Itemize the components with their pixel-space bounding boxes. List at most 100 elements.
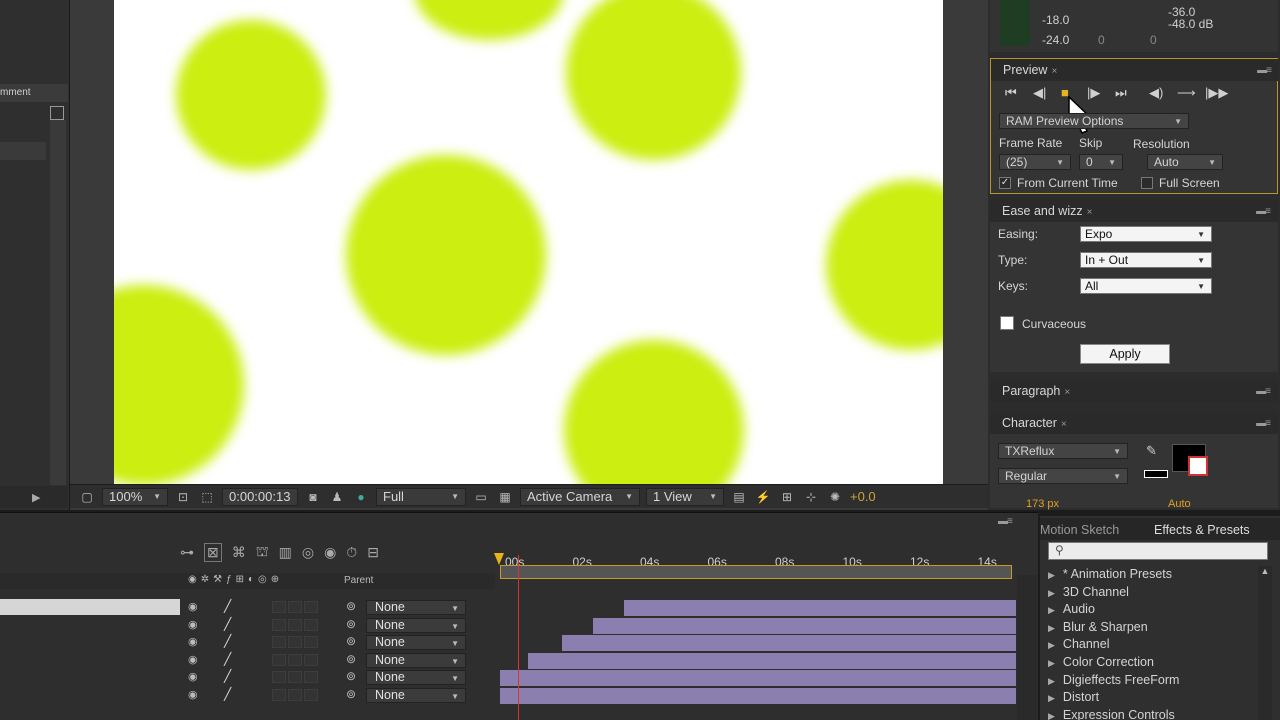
effects-category-item[interactable]: ▶ Distort [1048,690,1099,704]
zoom-dropdown[interactable]: 100% [102,487,168,506]
pick-whip-icon[interactable]: ⊚ [346,599,356,613]
previous-frame-icon[interactable]: ◀| [1033,85,1046,101]
stroke-color-swatch[interactable] [1188,456,1208,476]
pick-whip-icon[interactable]: ⊚ [346,634,356,648]
timeline-icon[interactable]: ⊞ [778,489,796,505]
exposure-icon[interactable]: ✺ [826,489,844,505]
project-selected-row[interactable] [0,142,46,160]
tab-character[interactable]: Character × [1002,416,1067,430]
parent-dropdown[interactable]: None [366,687,466,703]
leading-field[interactable]: Auto [1168,498,1191,510]
effects-category-item[interactable]: ▶ Expression Controls [1048,708,1175,720]
project-scrollbar[interactable] [50,120,66,485]
effects-category-item[interactable]: ▶ Audio [1048,602,1095,616]
effects-category-item[interactable]: ▶ Color Correction [1048,655,1154,669]
snapshot-icon[interactable]: ◙ [304,489,322,505]
layer-duration-bar[interactable] [623,600,1016,616]
layer-duration-bar[interactable] [500,670,1016,686]
close-icon[interactable]: × [1051,66,1057,77]
network-icon[interactable] [50,106,64,120]
resolution-dropdown[interactable]: Auto [1147,154,1223,170]
transparency-grid-icon[interactable]: ▦ [496,489,514,505]
parent-dropdown[interactable]: None [366,600,466,615]
video-visibility-icon[interactable]: ◉ [188,653,198,666]
play-icon[interactable]: ▶ [32,491,40,504]
layer-row[interactable]: ◉ ╱ ⊚ None [0,669,1017,687]
pen-switch-icon[interactable]: ╱ [224,652,231,666]
timeline-scrollbar[interactable] [1017,575,1037,720]
shy-layers-icon[interactable]: ⌘ [232,544,246,561]
draft-3d-icon[interactable]: ⊠ [204,542,222,562]
pick-whip-icon[interactable]: ⊚ [346,687,356,701]
comp-mini-flowchart-icon[interactable]: ⊶ [180,544,194,561]
tab-motion-sketch[interactable]: Motion Sketch [1040,523,1119,537]
motion-blur-icon[interactable]: ▥ [279,544,292,561]
safe-margins-icon[interactable]: ⊡ [174,489,192,505]
pick-whip-icon[interactable]: ⊚ [346,652,356,666]
camera-dropdown[interactable]: Active Camera [520,487,640,506]
layer-switches[interactable] [272,653,320,666]
curvaceous-checkbox[interactable] [1000,316,1014,330]
font-size-field[interactable]: 173 px [1026,498,1059,510]
layer-row[interactable]: ◉ ╱ ⊚ None [0,617,1017,635]
work-area-bar[interactable] [500,565,1012,579]
from-current-time-checkbox[interactable]: ✓ [999,177,1011,189]
pick-whip-icon[interactable]: ⊚ [346,669,356,683]
effects-category-item[interactable]: ▶ * Animation Presets [1048,567,1172,581]
layer-switches[interactable] [272,636,320,648]
parent-dropdown[interactable]: None [366,617,466,633]
panel-menu-icon[interactable]: ▬≡ [998,516,1030,527]
brainstorm-icon[interactable]: ◎ [302,544,314,561]
project-column-header[interactable]: mment [0,84,68,102]
flowchart-icon[interactable]: ⊹ [802,489,820,505]
layer-row[interactable]: ◉ ╱ ⊚ None [0,687,1017,705]
live-update-icon[interactable]: ⊟ [367,544,379,561]
keys-dropdown[interactable]: All [1080,278,1212,294]
parent-dropdown[interactable]: None [366,652,466,668]
region-of-interest-icon[interactable]: ▭ [472,489,490,505]
fast-previews-icon[interactable]: ⚡ [754,489,772,505]
panel-menu-icon[interactable]: ▬≡ [1256,418,1271,429]
video-visibility-icon[interactable]: ◉ [188,600,198,613]
panel-menu-icon[interactable]: ▬≡ [1256,206,1271,217]
pen-switch-icon[interactable]: ╱ [224,687,231,701]
ram-preview-options-dropdown[interactable]: RAM Preview Options [999,113,1189,129]
layer-row[interactable]: ◉ ╱ ⊚ None [0,599,1017,617]
pen-switch-icon[interactable]: ╱ [224,599,231,613]
apply-button[interactable]: Apply [1080,344,1170,364]
disclosure-triangle-icon[interactable]: ▶ [1048,676,1055,686]
frame-blending-icon[interactable]: ⛫ [256,543,269,562]
video-visibility-icon[interactable]: ◉ [188,670,198,683]
tab-paragraph[interactable]: Paragraph × [1002,384,1070,398]
disclosure-triangle-icon[interactable]: ▶ [1048,640,1055,650]
resolution-dropdown[interactable]: Full [376,487,466,506]
frame-rate-dropdown[interactable]: (25) [999,154,1071,170]
layer-duration-bar[interactable] [500,687,1016,704]
pick-whip-icon[interactable]: ⊚ [346,617,356,631]
tab-effects-presets[interactable]: Effects & Presets [1154,523,1274,537]
first-frame-icon[interactable]: ⏮ [1005,85,1017,101]
disclosure-triangle-icon[interactable]: ▶ [1048,693,1055,703]
effects-scrollbar[interactable]: ▲ [1258,566,1272,720]
parent-dropdown[interactable]: None [366,635,466,650]
layer-switches[interactable] [272,601,320,613]
layer-switches[interactable] [272,671,320,683]
disclosure-triangle-icon[interactable]: ▶ [1048,570,1055,580]
composition-canvas[interactable] [114,0,943,484]
layer-duration-bar[interactable] [528,652,1016,669]
pen-switch-icon[interactable]: ╱ [224,669,231,683]
show-snapshot-icon[interactable]: ♟ [328,489,346,505]
easing-dropdown[interactable]: Expo [1080,226,1212,242]
close-icon[interactable]: × [1061,419,1067,430]
always-preview-icon[interactable]: ▢ [78,489,96,505]
timecode-field[interactable]: 0:00:00:13 [222,487,298,506]
video-visibility-icon[interactable]: ◉ [188,688,198,701]
panel-menu-icon[interactable]: ▬≡ [1256,386,1271,397]
disclosure-triangle-icon[interactable]: ▶ [1048,623,1055,633]
layer-duration-bar[interactable] [561,635,1016,651]
font-style-dropdown[interactable]: Regular [998,468,1128,484]
ram-preview-icon[interactable]: |▶▶ [1205,85,1228,101]
close-icon[interactable]: × [1064,387,1070,398]
disclosure-triangle-icon[interactable]: ▶ [1048,658,1055,668]
effects-category-item[interactable]: ▶ Blur & Sharpen [1048,620,1148,634]
